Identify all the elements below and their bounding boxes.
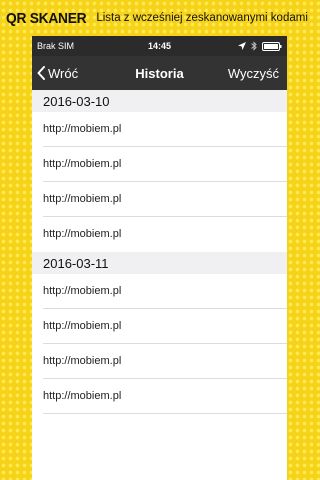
history-list: 2016-03-10 http://mobiem.pl http://mobie…	[32, 90, 287, 414]
section-header-date: 2016-03-10	[32, 90, 287, 112]
status-bar: Brak SIM 14:45	[32, 36, 287, 56]
section-header-date: 2016-03-11	[32, 252, 287, 274]
phone-screen: Brak SIM 14:45 Wróć Historia Wyczyść 201…	[32, 36, 287, 480]
app-logo: QR SKANER	[6, 9, 87, 27]
back-button-label: Wróć	[48, 65, 79, 81]
chevron-left-icon	[37, 66, 45, 80]
location-arrow-icon	[238, 42, 246, 50]
status-icons	[238, 41, 282, 51]
history-item[interactable]: http://mobiem.pl	[32, 147, 287, 182]
history-item[interactable]: http://mobiem.pl	[32, 309, 287, 344]
bluetooth-icon	[251, 41, 257, 51]
history-item[interactable]: http://mobiem.pl	[32, 344, 287, 379]
history-item[interactable]: http://mobiem.pl	[32, 217, 287, 252]
history-item[interactable]: http://mobiem.pl	[32, 182, 287, 217]
history-item[interactable]: http://mobiem.pl	[32, 379, 287, 414]
history-item[interactable]: http://mobiem.pl	[32, 112, 287, 147]
battery-icon	[262, 41, 282, 51]
navigation-bar: Wróć Historia Wyczyść	[32, 56, 287, 90]
app-banner: QR SKANER Lista z wcześniej zeskanowanym…	[0, 0, 320, 36]
history-item[interactable]: http://mobiem.pl	[32, 274, 287, 309]
banner-subtitle: Lista z wcześniej zeskanowanymi kodami	[96, 12, 308, 24]
back-button[interactable]: Wróć	[37, 66, 78, 81]
clear-button[interactable]: Wyczyść	[228, 66, 279, 81]
